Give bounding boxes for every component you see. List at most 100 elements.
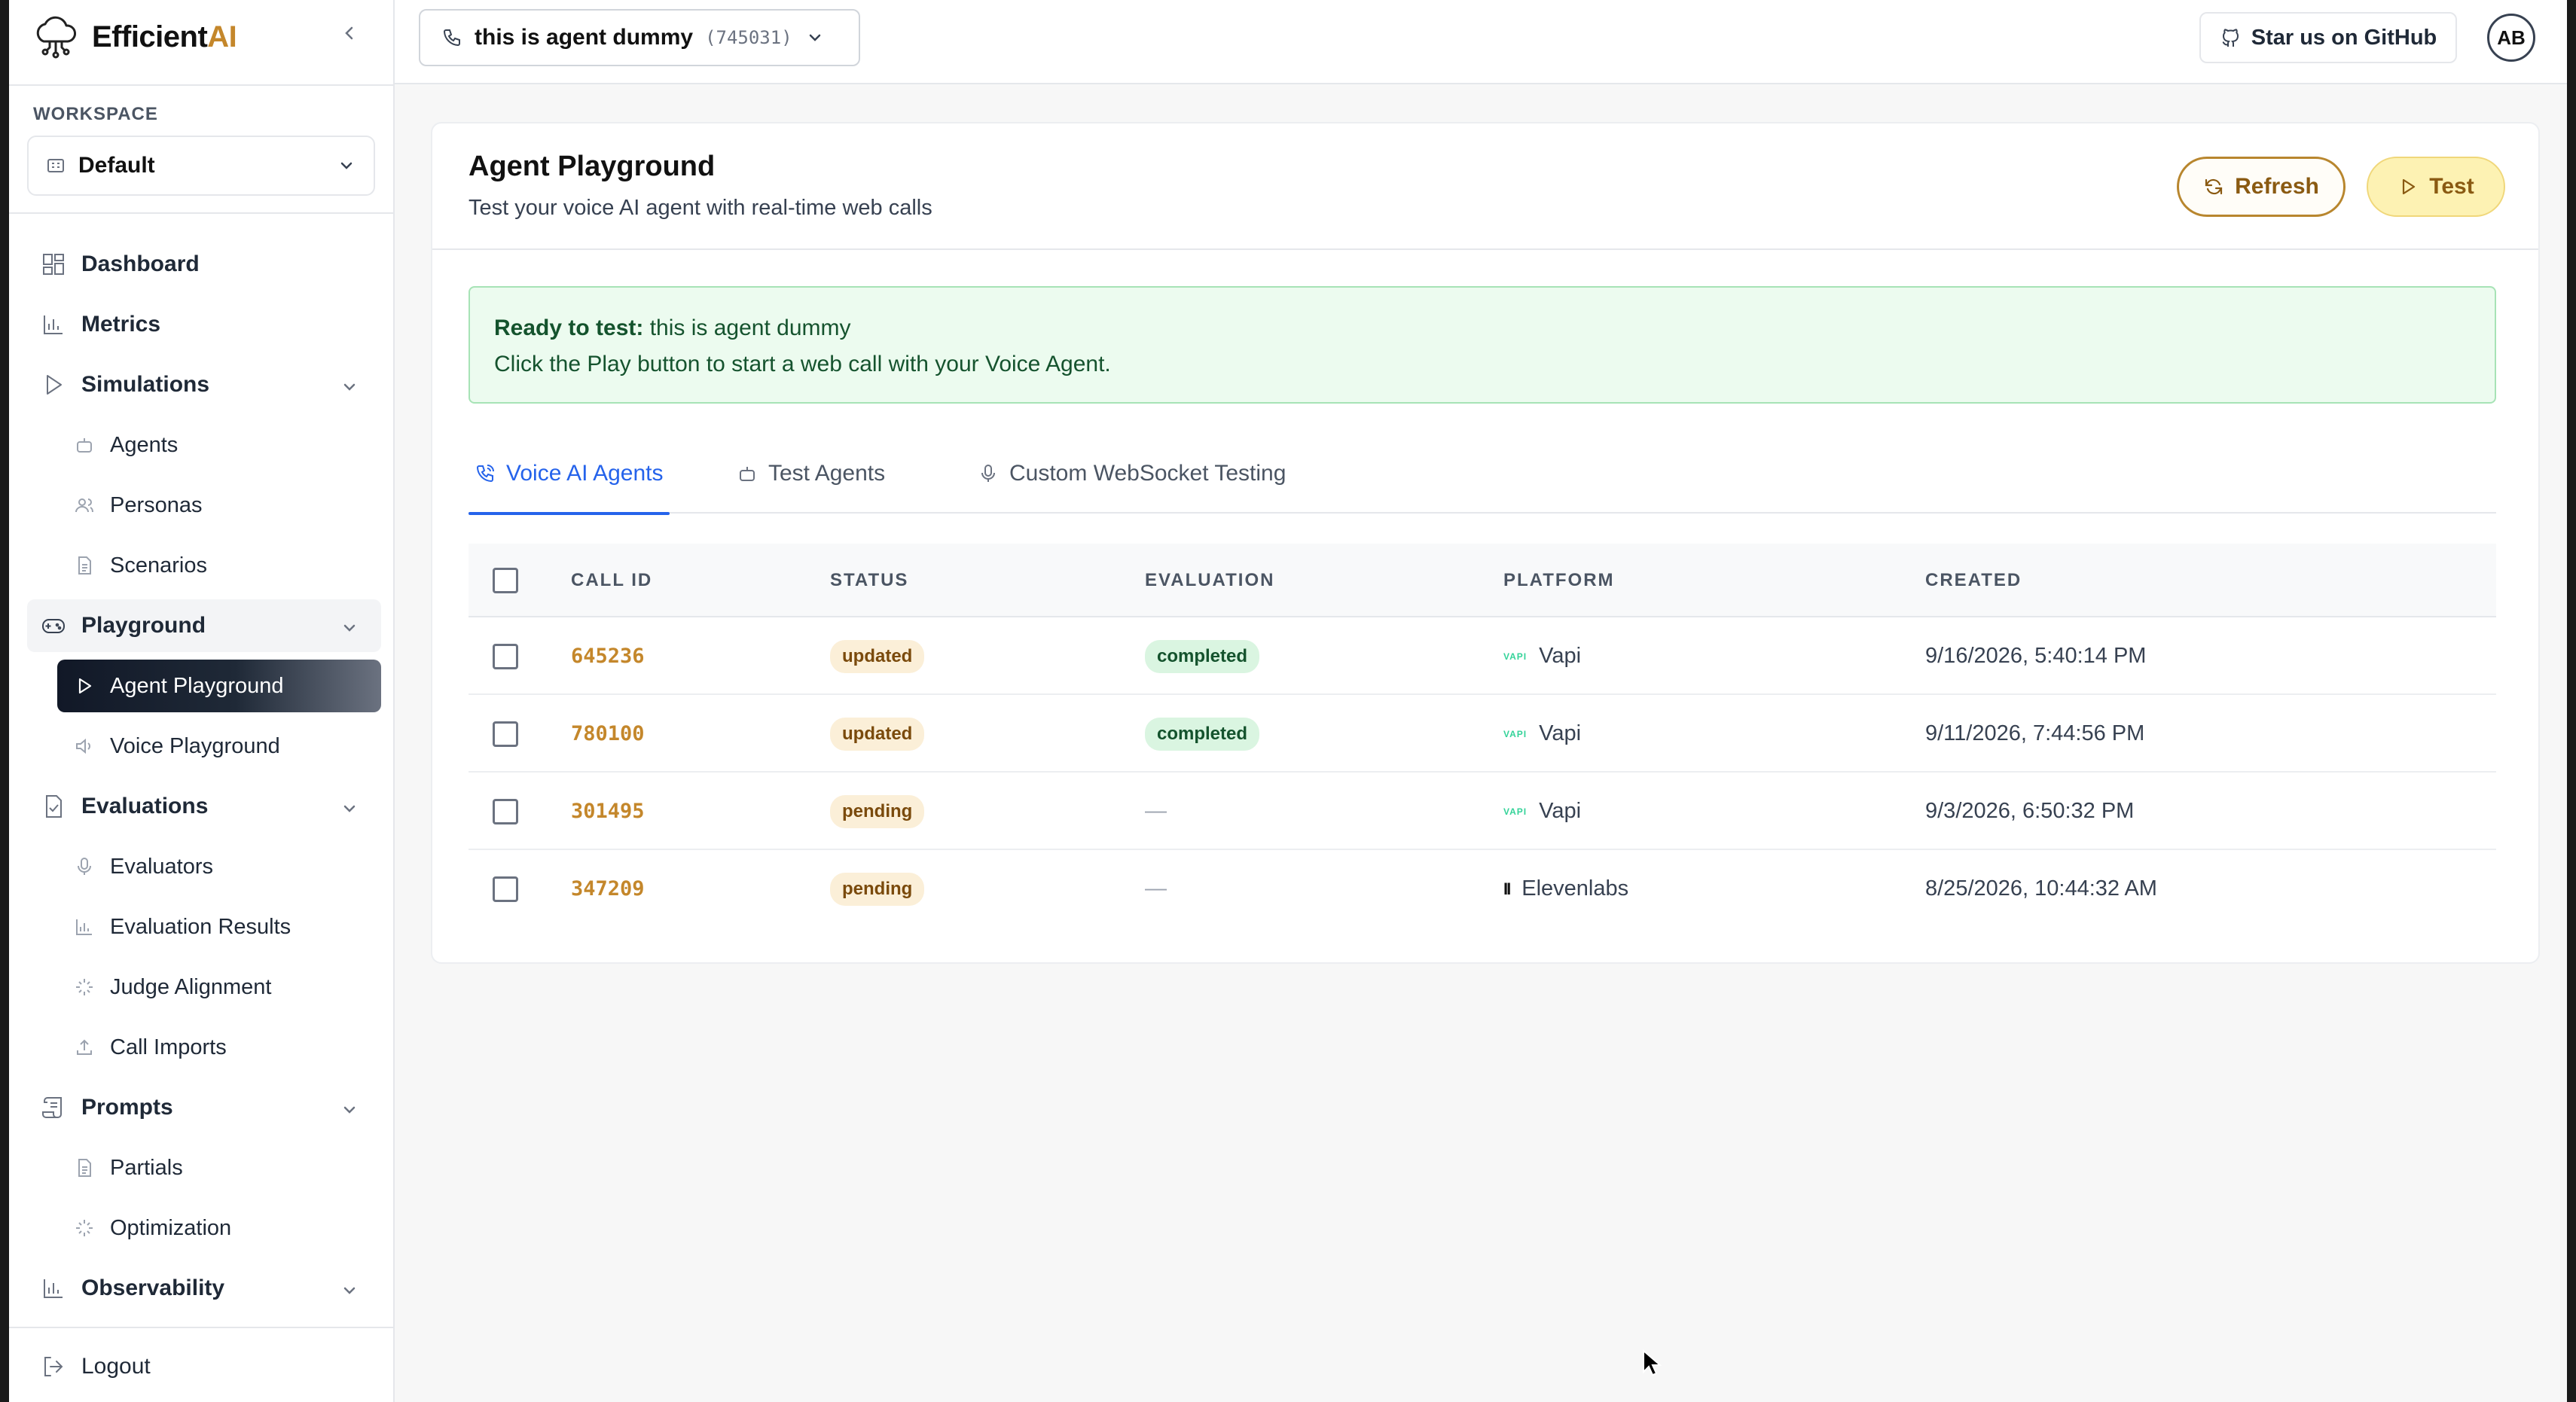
workspace-label: WORKSPACE [33,104,158,124]
sidebar-item-agent-playground[interactable]: Agent Playground [57,660,381,712]
col-status[interactable]: STATUS [830,544,908,617]
platform-name: Vapi [1539,721,1582,745]
call-id-link[interactable]: 347209 [571,877,645,901]
workspace-select[interactable]: Default [27,136,375,196]
evaluation-empty: — [1145,876,1167,901]
evaluation-cell: — [1145,773,1167,850]
status-badge: updated [830,717,925,751]
created-cell: 9/11/2026, 7:44:56 PM [1925,695,2144,773]
sidebar-item-partials[interactable]: Partials [57,1141,381,1194]
call-id-link[interactable]: 645236 [571,645,645,668]
sidebar-item-playground[interactable]: Playground [27,599,381,652]
call-id-cell: 347209 [571,850,645,928]
test-label: Test [2429,174,2474,199]
tab-voice-ai-agents[interactable]: Voice AI Agents [469,434,670,515]
calls-table: CALL ID STATUS EVALUATION PLATFORM CREAT… [469,544,2496,928]
row-checkbox[interactable] [493,721,518,747]
github-star-button[interactable]: Star us on GitHub [2199,12,2457,63]
status-badge: pending [830,794,925,828]
chevron-left-icon[interactable] [337,21,362,45]
table-row[interactable]: 347209 pending — II Elevenlabs 8/25/2026,… [469,850,2496,928]
row-select-cell [493,773,518,850]
phone-icon [443,29,460,47]
call-id-link[interactable]: 301495 [571,800,645,823]
test-button[interactable]: Test [2367,157,2505,217]
refresh-button[interactable]: Refresh [2177,157,2346,217]
evaluation-badge: completed [1145,717,1260,751]
select-all-checkbox[interactable] [493,568,518,593]
brand-name: EfficientAI [92,20,237,53]
sidebar-item-metrics[interactable]: Metrics [27,298,381,351]
vapi-logo-icon: VAPI [1503,806,1528,817]
sidebar-item-label: Evaluators [110,854,214,879]
sidebar-item-scenarios[interactable]: Scenarios [57,539,381,592]
row-checkbox[interactable] [493,798,518,824]
table-row[interactable]: 645236 updated completed VAPI Vapi 9/16/2… [469,617,2496,695]
status-badge: updated [830,639,925,673]
logout-icon [44,1357,63,1376]
tab-custom-websocket-testing[interactable]: Custom WebSocket Testing [972,434,1292,514]
sidebar-item-voice-playground[interactable]: Voice Playground [57,720,381,773]
page-subtitle: Test your voice AI agent with real-time … [469,196,932,220]
sidebar-item-judge-alignment[interactable]: Judge Alignment [57,961,381,1013]
sidebar-item-prompts[interactable]: Prompts [27,1081,381,1134]
file-check-icon [46,795,62,818]
sidebar-item-evaluation-results[interactable]: Evaluation Results [57,901,381,953]
users-icon [75,498,93,513]
brand-logo[interactable]: EfficientAI [30,11,237,63]
platform-name: Vapi [1539,644,1582,668]
col-call-id[interactable]: CALL ID [571,544,652,617]
chevron-down-icon [340,162,353,169]
microphone-icon [78,858,91,875]
sidebar-item-personas[interactable]: Personas [57,479,381,532]
sidebar-item-label: Prompts [81,1095,173,1120]
github-icon [2222,29,2239,47]
col-platform[interactable]: PLATFORM [1503,544,1615,617]
refresh-label: Refresh [2235,174,2319,199]
row-select-cell [493,695,518,773]
row-checkbox[interactable] [493,643,518,669]
chevron-down-icon [343,624,356,632]
github-label: Star us on GitHub [2251,25,2437,50]
status-cell: pending [830,850,925,928]
sidebar: EfficientAI WORKSPACE Default Dashboard … [9,0,395,1402]
col-created[interactable]: CREATED [1925,544,2022,617]
table-row[interactable]: 780100 updated completed VAPI Vapi 9/11/2… [469,695,2496,773]
sidebar-item-evaluators[interactable]: Evaluators [57,840,381,893]
sidebar-item-simulations[interactable]: Simulations [27,358,381,411]
play-icon [78,678,92,694]
platform-cell: VAPI Vapi [1503,773,1581,850]
table-row[interactable]: 301495 pending — VAPI Vapi 9/3/2026, 6:50… [469,773,2496,850]
page-title: Agent Playground [469,151,716,182]
divider [9,84,395,86]
logout-button[interactable]: Logout [27,1340,381,1393]
agent-select[interactable]: this is agent dummy (745031) [419,9,860,66]
created-date: 9/16/2026, 5:40:14 PM [1925,644,2147,668]
sidebar-item-evaluations[interactable]: Evaluations [27,780,381,833]
created-date: 8/25/2026, 10:44:32 AM [1925,876,2157,901]
ready-alert: Ready to test: this is agent dummy Click… [469,286,2496,404]
sidebar-item-label: Playground [81,613,206,638]
sidebar-item-label: Evaluations [81,794,209,818]
sidebar-item-optimization[interactable]: Optimization [57,1202,381,1254]
avatar[interactable]: AB [2487,14,2535,62]
sidebar-item-agents[interactable]: Agents [57,419,381,471]
tab-test-agents[interactable]: Test Agents [731,434,891,514]
chevron-down-icon [809,34,820,41]
chevron-down-icon [343,383,356,391]
bar-chart-icon [44,1279,63,1298]
upload-icon [77,1039,92,1055]
sidebar-item-dashboard[interactable]: Dashboard [27,238,381,291]
created-cell: 9/16/2026, 5:40:14 PM [1925,617,2146,695]
col-evaluation[interactable]: EVALUATION [1145,544,1274,617]
robot-icon [740,467,755,481]
divider [9,1327,395,1328]
sidebar-item-observability[interactable]: Observability [27,1262,381,1315]
row-checkbox[interactable] [493,876,518,902]
call-id-link[interactable]: 780100 [571,722,645,745]
divider [9,212,395,214]
play-icon [2403,178,2416,195]
app-window: EfficientAI WORKSPACE Default Dashboard … [9,0,2567,1402]
bar-chart-icon [44,315,63,334]
sidebar-item-call-imports[interactable]: Call Imports [57,1021,381,1074]
